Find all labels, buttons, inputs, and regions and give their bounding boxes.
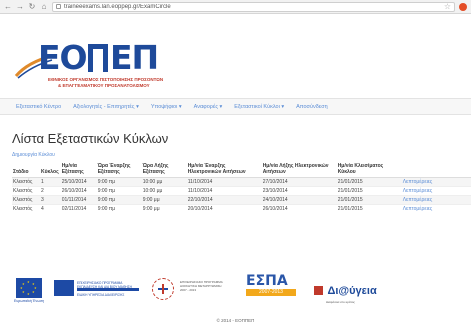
logo-subtitle-2: & ΕΠΑΓΓΕΛΜΑΤΙΚΟΥ ΠΡΟΣΑΝΑΤΟΛΙΣΜΟΥ [58, 83, 150, 88]
espa-logo: ΕΣΠΑ 2007-2013 [246, 274, 296, 296]
logo-subtitle-1: ΕΘΝΙΚΟΣ ΟΡΓΑΝΙΣΜΟΣ ΠΙΣΤΟΠΟΙΗΣΗΣ ΠΡΟΣΟΝΤΩ… [48, 77, 164, 82]
column-header[interactable]: Στάδιο [12, 162, 40, 178]
bookmark-star-icon[interactable]: ☆ [444, 2, 451, 11]
admin-reform-logo [152, 278, 174, 300]
table-cell: 24/10/2014 [261, 195, 337, 205]
table-header-row: Στάδιο Κύκλος Ημ/νία Εξέτασης Ώρα Έναρξη… [12, 162, 471, 178]
table-cell: 02/11/2014 [60, 204, 97, 214]
table-cell: 10:00 μμ [141, 177, 187, 187]
table-cell: 21/01/2015 [336, 186, 402, 196]
extension-icon[interactable] [459, 2, 467, 11]
table-row: Κλειστός 2 26/10/2014 9:00 πμ 10:00 μμ 1… [12, 186, 471, 196]
table-cell: 27/10/2014 [261, 177, 337, 187]
table-cell: 01/11/2014 [60, 195, 97, 205]
create-cycle-link[interactable]: Δημιουργία Κύκλου [12, 152, 55, 158]
forward-icon[interactable]: → [16, 0, 24, 14]
nav-reports[interactable]: Αναφορές ▾ [194, 104, 223, 110]
table-cell: 3 [40, 195, 61, 205]
table-cell: 9:00 πμ [96, 204, 142, 214]
table-cell: 21/01/2015 [336, 195, 402, 205]
main-navbar: Εξεταστικό Κέντρο Αξιολογητές - Επιτηρητ… [0, 98, 471, 115]
page-title: Λίστα Εξεταστικών Κύκλων [12, 131, 169, 146]
table-cell: 9:00 μμ [141, 195, 187, 205]
programme-line: ΕΙΔΙΚΗ ΥΠΗΡΕΣΙΑ ΔΙΑΧΕΙΡΙΣΗΣ [77, 293, 125, 297]
column-header [401, 162, 471, 178]
home-icon[interactable]: ⌂ [40, 0, 48, 14]
details-link[interactable]: Λεπτομέρειες [401, 204, 471, 214]
programme-bar [77, 288, 139, 291]
table-cell: Κλειστός [12, 204, 40, 214]
column-header[interactable]: Ημ/νία Εξέτασης [60, 162, 97, 178]
table-cell: 11/10/2014 [186, 177, 262, 187]
reform-line: 2007 - 2013 [180, 288, 197, 292]
espa-years: 2007-2013 [246, 289, 296, 296]
logo-text-right: ΕΠ [110, 38, 159, 77]
table-cell: 23/10/2014 [261, 186, 337, 196]
table-cell: 26/10/2014 [60, 186, 97, 196]
table-cell: 25/10/2014 [60, 177, 97, 187]
nav-assessors-supervisors[interactable]: Αξιολογητές - Επιτηρητές ▾ [73, 104, 139, 110]
reload-icon[interactable]: ↻ [28, 0, 36, 14]
column-header[interactable]: Ημ/νία Λήξης Ηλεκτρονικών Αιτήσεων [261, 162, 337, 178]
nav-logout[interactable]: Αποσύνδεση [296, 104, 328, 110]
education-programme-logo: ΕΠΙΧΕΙΡΗΣΙΑΚΟ ΠΡΟΓΡΑΜΜΑ ΕΚΠΑΙΔΕΥΣΗ ΚΑΙ Δ… [54, 278, 140, 300]
table-row: Κλειστός 4 02/11/2014 9:00 πμ 9:00 μμ 20… [12, 204, 471, 214]
column-header[interactable]: Κύκλος [40, 162, 61, 178]
table-cell: 10:00 μμ [141, 186, 187, 196]
table-cell: 21/01/2015 [336, 177, 402, 187]
eoppep-logo[interactable]: ΕΟ ΕΠ ΕΘΝΙΚΟΣ ΟΡΓΑΝΙΣΜΟΣ ΠΙΣΤΟΠΟΙΗΣΗΣ ΠΡ… [10, 40, 170, 90]
table-cell: Κλειστός [12, 195, 40, 205]
table-cell: Κλειστός [12, 177, 40, 187]
table-cell: 22/10/2014 [186, 195, 262, 205]
table-cell: 11/10/2014 [186, 186, 262, 196]
table-row: Κλειστός 3 01/11/2014 9:00 πμ 9:00 μμ 22… [12, 195, 471, 205]
column-header[interactable]: Ώρα Έναρξης Εξέτασης [96, 162, 142, 178]
logo-pi-glyph [88, 44, 108, 72]
table-cell: 4 [40, 204, 61, 214]
table-cell: Κλειστός [12, 186, 40, 196]
table-cell: 9:00 πμ [96, 177, 142, 187]
details-link[interactable]: Λεπτομέρειες [401, 177, 471, 187]
url-text[interactable]: traineeexams.lan.eoppep.gr/ExamCircle [64, 4, 171, 10]
table-cell: 9:00 μμ [141, 204, 187, 214]
table-cell: 21/01/2015 [336, 204, 402, 214]
footer-logos: ★ ★ ★ ★ ★ ★ ★ ★ Ευρωπαϊκή Ένωση ΕΠΙΧΕΙΡΗ… [14, 270, 416, 310]
table-cell: 9:00 πμ [96, 186, 142, 196]
eu-caption: Ευρωπαϊκή Ένωση [14, 299, 45, 303]
column-header[interactable]: Ημ/νία Έναρξης Ηλεκτρονικών Αιτήσεων [186, 162, 262, 178]
nav-exam-center[interactable]: Εξεταστικό Κέντρο [16, 104, 61, 110]
table-row: Κλειστός 1 25/10/2014 9:00 πμ 10:00 μμ 1… [12, 177, 471, 187]
table-cell: 26/10/2014 [261, 204, 337, 214]
diaugeia-logo[interactable]: Δι@ύγεια Διαφάνεια στο κράτος [314, 282, 377, 304]
nav-exam-cycles[interactable]: Εξεταστικοί Κύκλοι ▾ [234, 104, 284, 110]
column-header[interactable]: Ημ/νία Κλεισίματος Κύκλου [336, 162, 402, 178]
diaugeia-word: Δι@ύγεια [327, 284, 377, 297]
eu-flag-logo: ★ ★ ★ ★ ★ ★ ★ ★ [16, 278, 42, 298]
details-link[interactable]: Λεπτομέρειες [401, 186, 471, 196]
details-link[interactable]: Λεπτομέρειες [401, 195, 471, 205]
espa-word: ΕΣΠΑ [246, 273, 288, 289]
table-cell: 2 [40, 186, 61, 196]
browser-toolbar: ← → ↻ ⌂ traineeexams.lan.eoppep.gr/ExamC… [0, 0, 471, 14]
page-icon [56, 4, 61, 9]
table-cell: 9:00 πμ [96, 195, 142, 205]
greek-flag-icon [54, 280, 74, 296]
table-cell: 1 [40, 177, 61, 187]
address-bar[interactable]: traineeexams.lan.eoppep.gr/ExamCircle ☆ [52, 1, 455, 12]
diaugeia-mark-icon [314, 286, 323, 296]
nav-candidates[interactable]: Υποψήφιοι ▾ [151, 104, 182, 110]
exam-cycles-table: Στάδιο Κύκλος Ημ/νία Εξέτασης Ώρα Έναρξη… [12, 162, 471, 214]
copyright-text: © 2014 - ΕΟΠΠΕΠ [216, 318, 255, 323]
logo-text-left: ΕΟ [38, 38, 88, 77]
table-cell: 20/10/2014 [186, 204, 262, 214]
column-header[interactable]: Ώρα Λήξης Εξέτασης [141, 162, 187, 178]
back-icon[interactable]: ← [4, 0, 12, 14]
diaugeia-caption: Διαφάνεια στο κράτος [326, 300, 355, 304]
